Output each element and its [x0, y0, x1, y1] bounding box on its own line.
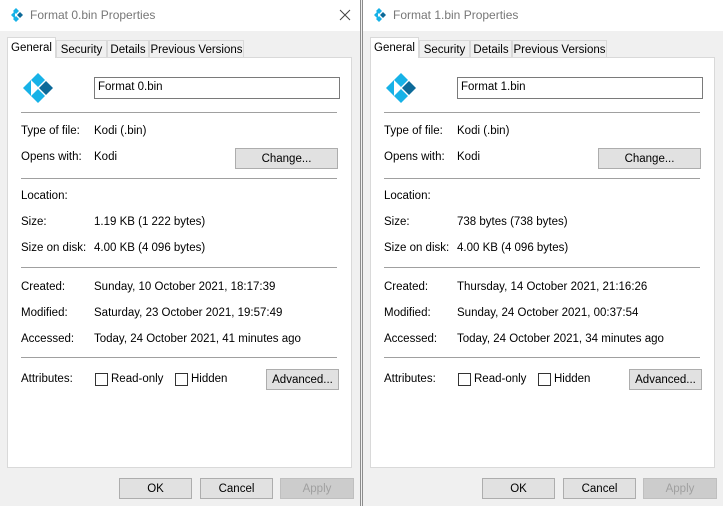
attributes-label: Attributes: — [21, 373, 73, 385]
advanced-button[interactable]: Advanced... — [266, 369, 339, 390]
accessed-label: Accessed: — [21, 333, 75, 345]
tab-general[interactable]: General — [7, 37, 56, 58]
attributes-label: Attributes: — [384, 373, 436, 385]
properties-dialog: Format 0.bin Properties General Security… — [0, 0, 361, 506]
cancel-button[interactable]: Cancel — [563, 478, 636, 499]
separator — [384, 112, 700, 113]
separator — [384, 267, 700, 268]
read-only-label[interactable]: Read-only — [111, 373, 163, 385]
created-label: Created: — [21, 281, 66, 293]
apply-button[interactable]: Apply — [643, 478, 717, 499]
file-name-input[interactable]: Format 0.bin — [94, 77, 340, 99]
size-label: Size: — [21, 216, 47, 228]
separator — [21, 178, 337, 179]
size-on-disk-label: Size on disk: — [21, 242, 87, 254]
hidden-label[interactable]: Hidden — [191, 373, 227, 385]
read-only-label[interactable]: Read-only — [474, 373, 526, 385]
opens-with-label: Opens with: — [21, 151, 82, 163]
cancel-button[interactable]: Cancel — [200, 478, 273, 499]
separator — [21, 267, 337, 268]
accessed-label: Accessed: — [384, 333, 438, 345]
read-only-checkbox[interactable] — [95, 373, 108, 386]
ok-button[interactable]: OK — [482, 478, 555, 499]
advanced-button[interactable]: Advanced... — [629, 369, 702, 390]
modified-label: Modified: — [384, 307, 431, 319]
change-button[interactable]: Change... — [235, 148, 338, 169]
opens-with-value: Kodi — [94, 151, 118, 163]
window-title: Format 0.bin Properties — [30, 8, 156, 22]
size-on-disk-label: Size on disk: — [384, 242, 450, 254]
hidden-label[interactable]: Hidden — [554, 373, 590, 385]
tab-previous-versions[interactable]: Previous Versions — [149, 40, 244, 57]
hidden-checkbox[interactable] — [538, 373, 551, 386]
file-name-input[interactable]: Format 1.bin — [457, 77, 703, 99]
general-panel: Format 1.bin Type of file: Kodi (.bin) O… — [370, 57, 715, 468]
modified-label: Modified: — [21, 307, 68, 319]
size-on-disk-value: 4.00 KB (4 096 bytes) — [94, 242, 206, 254]
separator — [384, 178, 700, 179]
type-of-file-label: Type of file: — [384, 125, 443, 137]
read-only-checkbox[interactable] — [458, 373, 471, 386]
general-panel: Format 0.bin Type of file: Kodi (.bin) O… — [7, 57, 352, 468]
kodi-icon — [374, 8, 386, 22]
type-of-file-value: Kodi (.bin) — [457, 125, 510, 137]
kodi-icon — [23, 73, 53, 103]
modified-value: Saturday, 23 October 2021, 19:57:49 — [94, 307, 283, 319]
type-of-file-label: Type of file: — [21, 125, 80, 137]
tab-previous-versions[interactable]: Previous Versions — [512, 40, 607, 57]
location-label: Location: — [21, 190, 68, 202]
properties-dialog: Format 1.bin Properties General Security… — [362, 0, 723, 506]
kodi-icon — [386, 73, 416, 103]
tab-security[interactable]: Security — [419, 40, 470, 57]
created-value: Sunday, 10 October 2021, 18:17:39 — [94, 281, 276, 293]
type-of-file-value: Kodi (.bin) — [94, 125, 147, 137]
close-button[interactable] — [330, 0, 360, 31]
opens-with-label: Opens with: — [384, 151, 445, 163]
separator — [384, 357, 700, 358]
modified-value: Sunday, 24 October 2021, 00:37:54 — [457, 307, 639, 319]
title-bar[interactable]: Format 1.bin Properties — [363, 0, 723, 31]
size-value: 1.19 KB (1 222 bytes) — [94, 216, 206, 228]
created-value: Thursday, 14 October 2021, 21:16:26 — [457, 281, 648, 293]
separator — [21, 357, 337, 358]
separator — [21, 112, 337, 113]
tab-details[interactable]: Details — [107, 40, 149, 57]
tab-security[interactable]: Security — [56, 40, 107, 57]
opens-with-value: Kodi — [457, 151, 481, 163]
apply-button[interactable]: Apply — [280, 478, 354, 499]
ok-button[interactable]: OK — [119, 478, 192, 499]
created-label: Created: — [384, 281, 429, 293]
accessed-value: Today, 24 October 2021, 34 minutes ago — [457, 333, 664, 345]
tab-general[interactable]: General — [370, 37, 419, 58]
size-value: 738 bytes (738 bytes) — [457, 216, 568, 228]
title-bar[interactable]: Format 0.bin Properties — [0, 0, 360, 31]
change-button[interactable]: Change... — [598, 148, 701, 169]
close-icon — [339, 9, 351, 21]
window-title: Format 1.bin Properties — [393, 8, 519, 22]
tab-details[interactable]: Details — [470, 40, 512, 57]
hidden-checkbox[interactable] — [175, 373, 188, 386]
accessed-value: Today, 24 October 2021, 41 minutes ago — [94, 333, 301, 345]
kodi-icon — [11, 8, 23, 22]
location-label: Location: — [384, 190, 431, 202]
size-label: Size: — [384, 216, 410, 228]
size-on-disk-value: 4.00 KB (4 096 bytes) — [457, 242, 569, 254]
